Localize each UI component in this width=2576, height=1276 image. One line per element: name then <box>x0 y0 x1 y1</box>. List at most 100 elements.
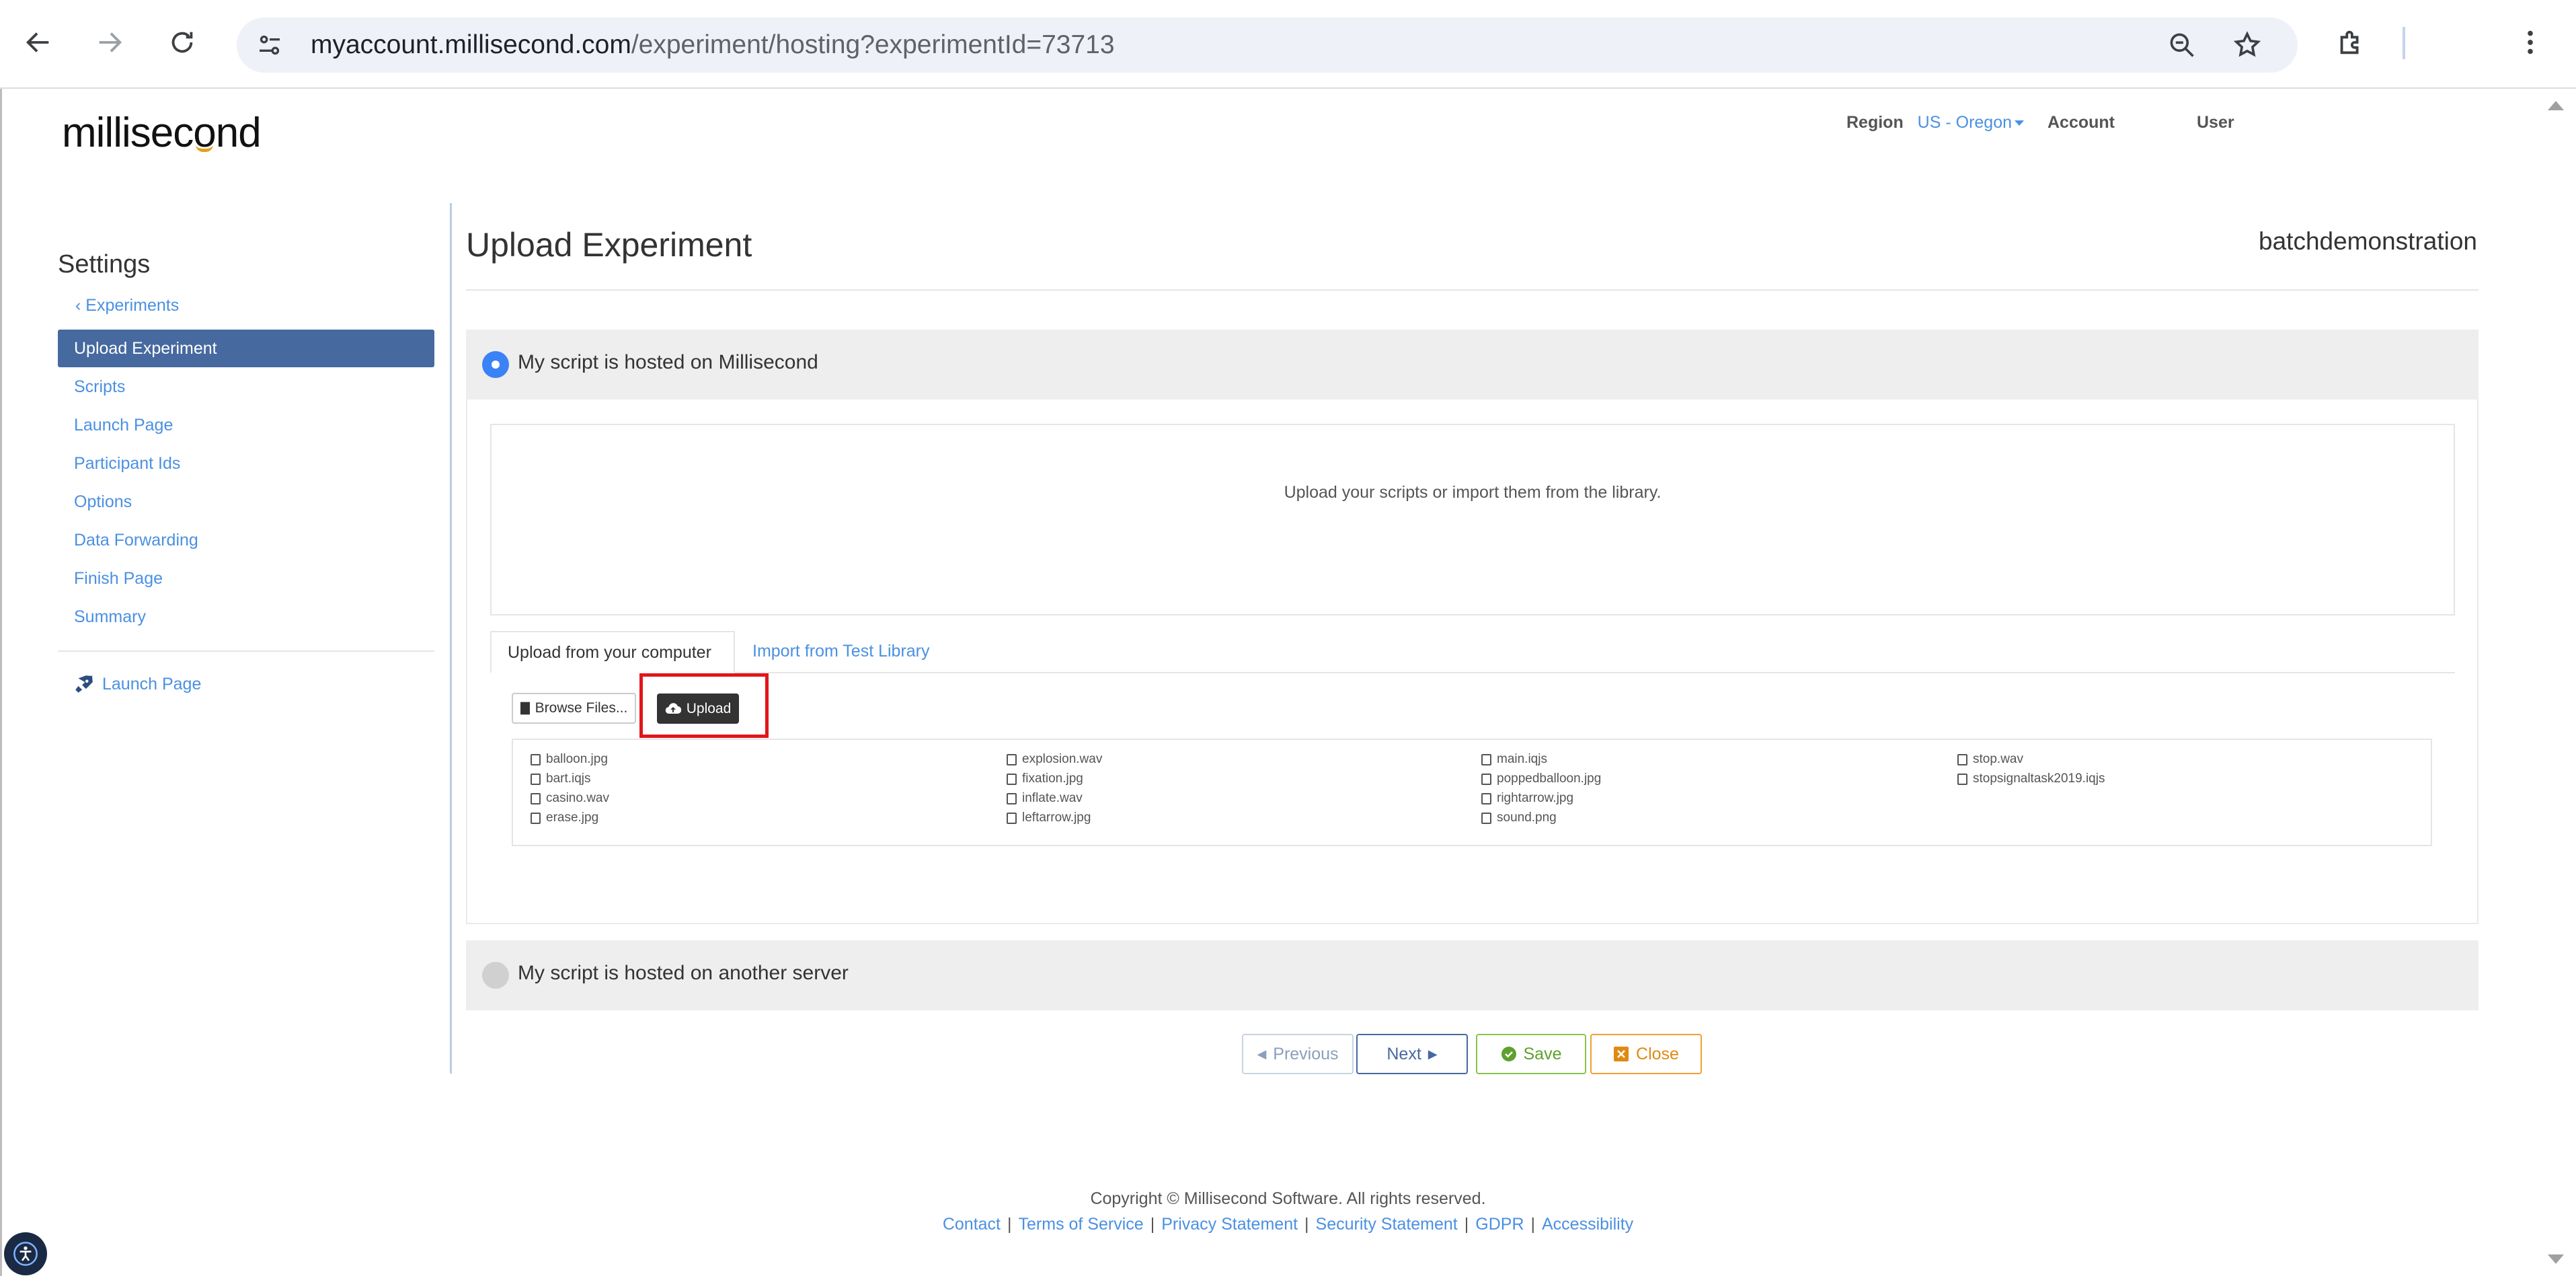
title-divider <box>466 289 2479 291</box>
tab-upload-from-computer[interactable]: Upload from your computer <box>490 631 735 673</box>
file-name: main.iqjs <box>1497 752 1547 766</box>
file-checkbox-item[interactable]: balloon.jpg <box>531 752 608 767</box>
accessibility-widget-icon[interactable] <box>4 1232 47 1275</box>
file-name: stop.wav <box>1973 752 2023 766</box>
url-host: myaccount.millisecond.com <box>311 30 631 59</box>
file-name: explosion.wav <box>1022 752 1103 766</box>
file-name: poppedballoon.jpg <box>1497 772 1602 786</box>
footer-link-terms[interactable]: Terms of Service <box>1019 1215 1144 1234</box>
account-link[interactable]: Account <box>2047 113 2115 140</box>
rocket-icon <box>75 675 93 693</box>
browser-toolbar: myaccount.millisecond.com/experiment/hos… <box>0 0 2576 89</box>
footer-link-gdpr[interactable]: GDPR <box>1475 1215 1524 1234</box>
close-button[interactable]: Close <box>1590 1034 1702 1074</box>
checkbox[interactable] <box>1007 812 1017 824</box>
region-value[interactable]: US - Oregon <box>1918 113 2012 132</box>
sidebar-item-data-forwarding[interactable]: Data Forwarding <box>58 521 434 559</box>
star-icon[interactable] <box>2232 30 2263 61</box>
experiment-name: batchdemonstration <box>2259 227 2477 255</box>
sidebar-item-launch-page[interactable]: Launch Page <box>58 406 434 444</box>
checkbox[interactable] <box>1481 753 1491 765</box>
previous-button[interactable]: ◀ Previous <box>1242 1034 1354 1074</box>
sidebar-item-upload-experiment[interactable]: Upload Experiment <box>58 330 434 367</box>
footer-link-accessibility[interactable]: Accessibility <box>1542 1215 1633 1234</box>
dropzone-text: Upload your scripts or import them from … <box>1284 483 1662 502</box>
next-button[interactable]: Next ▶ <box>1356 1034 1468 1074</box>
back-icon[interactable] <box>16 20 61 65</box>
file-checkbox-item[interactable]: inflate.wav <box>1007 791 1083 806</box>
footer-link-contact[interactable]: Contact <box>943 1215 1001 1234</box>
launch-page-link[interactable]: Launch Page <box>73 673 201 696</box>
region-selector[interactable]: Region US - Oregon <box>1846 113 2025 140</box>
site-info-icon[interactable] <box>254 30 285 61</box>
checkbox[interactable] <box>531 753 541 765</box>
upload-highlight <box>639 673 769 738</box>
file-name: sound.png <box>1497 811 1557 825</box>
region-label: Region <box>1846 113 1904 132</box>
checkbox[interactable] <box>1957 753 1967 765</box>
reload-icon[interactable] <box>160 20 204 65</box>
file-checkbox-item[interactable]: sound.png <box>1481 811 1557 825</box>
scroll-up-icon[interactable] <box>2548 101 2564 110</box>
zoom-out-icon[interactable] <box>2167 30 2197 61</box>
checkbox[interactable] <box>1007 753 1017 765</box>
upload-dropzone[interactable]: Upload your scripts or import them from … <box>490 424 2455 615</box>
tab-import-from-test-library[interactable]: Import from Test Library <box>736 631 946 673</box>
checkbox[interactable] <box>1957 773 1967 785</box>
checkbox[interactable] <box>1481 773 1491 785</box>
file-checkbox-item[interactable]: erase.jpg <box>531 811 598 825</box>
file-checkbox-item[interactable]: fixation.jpg <box>1007 772 1083 786</box>
checkbox[interactable] <box>531 812 541 824</box>
sidebar-item-scripts[interactable]: Scripts <box>58 368 434 406</box>
file-checkbox-item[interactable]: poppedballoon.jpg <box>1481 772 1601 786</box>
url-path: /experiment/hosting?experimentId=73713 <box>631 30 1115 59</box>
address-bar[interactable]: myaccount.millisecond.com/experiment/hos… <box>237 17 2298 73</box>
file-list: balloon.jpg bart.iqjs casino.wav erase.j… <box>512 739 2432 846</box>
footer-link-privacy[interactable]: Privacy Statement <box>1161 1215 1298 1234</box>
previous-label: Previous <box>1273 1044 1339 1063</box>
browse-files-label: Browse Files... <box>535 700 628 716</box>
sidebar-item-summary[interactable]: Summary <box>58 598 434 636</box>
radio-hosted-millisecond[interactable] <box>482 351 509 378</box>
file-name: erase.jpg <box>546 811 599 825</box>
save-label: Save <box>1523 1044 1562 1063</box>
sidebar-item-finish-page[interactable]: Finish Page <box>58 560 434 597</box>
page-title: Upload Experiment <box>466 226 752 264</box>
save-button[interactable]: Save <box>1476 1034 1586 1074</box>
footer-link-security[interactable]: Security Statement <box>1316 1215 1458 1234</box>
user-link[interactable]: User <box>2197 113 2234 140</box>
millisecond-logo[interactable]: millisecond <box>62 109 262 157</box>
checkbox[interactable] <box>1007 773 1017 785</box>
checkbox[interactable] <box>1007 792 1017 804</box>
sidebar-item-participant-ids[interactable]: Participant Ids <box>58 445 434 482</box>
file-checkbox-item[interactable]: bart.iqjs <box>531 772 591 786</box>
file-checkbox-item[interactable]: main.iqjs <box>1481 752 1547 767</box>
option-hosted-millisecond[interactable]: My script is hosted on Millisecond <box>466 330 2479 400</box>
forward-icon[interactable] <box>87 20 132 65</box>
copyright-text: Copyright © Millisecond Software. All ri… <box>1090 1189 1486 1208</box>
file-checkbox-item[interactable]: stop.wav <box>1957 752 2023 767</box>
url-text: myaccount.millisecond.com/experiment/hos… <box>311 30 1115 61</box>
file-checkbox-item[interactable]: leftarrow.jpg <box>1007 811 1091 825</box>
file-checkbox-item[interactable]: rightarrow.jpg <box>1481 791 1573 806</box>
file-name: leftarrow.jpg <box>1022 811 1091 825</box>
checkbox[interactable] <box>531 792 541 804</box>
extensions-icon[interactable] <box>2329 20 2373 65</box>
footer-separator: | <box>1464 1215 1469 1234</box>
checkbox[interactable] <box>531 773 541 785</box>
check-circle-icon <box>1501 1047 1516 1061</box>
option-hosted-other[interactable]: My script is hosted on another server <box>466 940 2479 1010</box>
sidebar-item-options[interactable]: Options <box>58 483 434 521</box>
radio-hosted-other[interactable] <box>482 962 509 989</box>
checkbox[interactable] <box>1481 812 1491 824</box>
file-checkbox-item[interactable]: stopsignaltask2019.iqjs <box>1957 772 2105 786</box>
file-name: rightarrow.jpg <box>1497 791 1574 805</box>
checkbox[interactable] <box>1481 792 1491 804</box>
back-to-experiments-link[interactable]: ‹ Experiments <box>75 296 179 315</box>
file-checkbox-item[interactable]: casino.wav <box>531 791 609 806</box>
back-link-label: Experiments <box>85 296 180 315</box>
file-checkbox-item[interactable]: explosion.wav <box>1007 752 1102 767</box>
scroll-down-icon[interactable] <box>2548 1254 2564 1264</box>
more-icon[interactable] <box>2508 20 2552 65</box>
browse-files-button[interactable]: Browse Files... <box>512 693 636 724</box>
